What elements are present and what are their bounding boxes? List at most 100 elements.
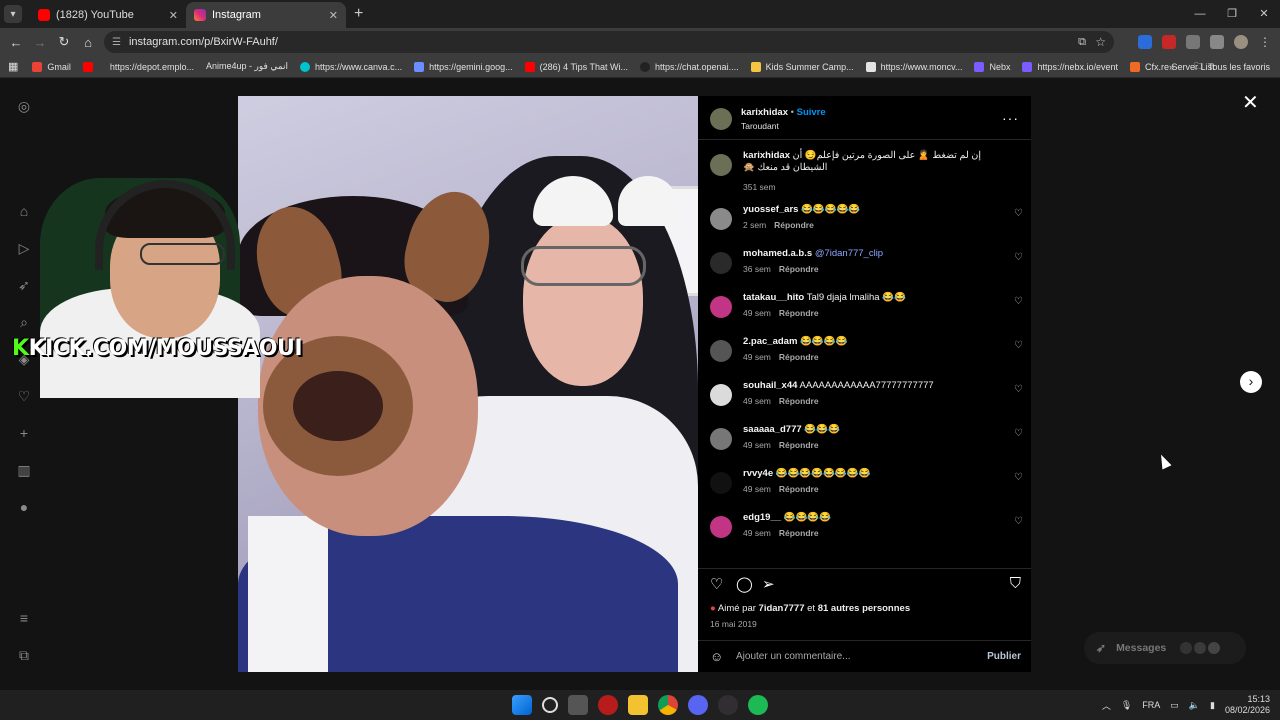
follow-button[interactable]: Suivre <box>797 107 826 118</box>
apps-grid-icon[interactable]: ▦ <box>8 60 18 73</box>
reply-button[interactable]: Répondre <box>779 396 819 406</box>
more-options-icon[interactable]: ··· <box>1002 110 1019 126</box>
reply-button[interactable]: Répondre <box>779 264 819 274</box>
adblock-extension-icon[interactable] <box>1162 35 1176 49</box>
chrome-icon[interactable] <box>658 695 678 715</box>
microphone-icon[interactable]: 🎙 <box>1121 700 1132 711</box>
profile-avatar[interactable] <box>1234 35 1248 49</box>
close-window-button[interactable]: ✕ <box>1248 0 1280 28</box>
save-bookmark-icon[interactable]: ⛉ <box>1010 575 1021 592</box>
puzzle-extensions-icon[interactable] <box>1210 35 1224 49</box>
battery-icon[interactable]: ▮ <box>1210 700 1215 711</box>
commenter-username[interactable]: mohamed.a.b.s <box>743 248 812 259</box>
comment-like-heart-icon[interactable]: ♡ <box>1014 516 1023 527</box>
messages-button[interactable]: ➶ Messages <box>1084 632 1246 664</box>
reply-button[interactable]: Répondre <box>779 484 819 494</box>
reply-button[interactable]: Répondre <box>779 440 819 450</box>
obs-icon[interactable] <box>718 695 738 715</box>
author-avatar[interactable] <box>710 154 732 176</box>
reply-button[interactable]: Répondre <box>774 220 814 230</box>
instagram-logo-icon[interactable]: ◎ <box>16 98 32 114</box>
task-view-icon[interactable] <box>568 695 588 715</box>
create-icon[interactable]: + <box>16 425 32 441</box>
commenter-avatar[interactable] <box>710 516 732 538</box>
commenter-avatar[interactable] <box>710 384 732 406</box>
likes-others[interactable]: 81 autres personnes <box>818 603 910 614</box>
chevron-double-right-icon[interactable]: » <box>1169 62 1174 72</box>
reply-button[interactable]: Répondre <box>779 308 819 318</box>
bookmark-gemini[interactable]: https://gemini.goog... <box>414 61 513 72</box>
bookmark-gmail[interactable]: Gmail <box>32 61 71 72</box>
commenter-avatar[interactable] <box>710 252 732 274</box>
install-app-icon[interactable]: ⧉ <box>1078 36 1086 49</box>
comment-like-heart-icon[interactable]: ♡ <box>1014 252 1023 263</box>
app-icon[interactable] <box>598 695 618 715</box>
commenter-avatar[interactable] <box>710 428 732 450</box>
minimize-button[interactable]: — <box>1184 0 1216 28</box>
commenter-avatar[interactable] <box>710 472 732 494</box>
back-button[interactable]: ← <box>4 35 28 50</box>
bookmark-moncv[interactable]: https://www.moncv... <box>865 61 962 72</box>
bookmark-nebx-event[interactable]: https://nebx.io/event <box>1022 61 1118 72</box>
forward-button[interactable]: → <box>28 35 52 50</box>
comment-input[interactable]: Ajouter un commentaire... <box>736 651 851 662</box>
volume-icon[interactable]: 🔈 <box>1189 700 1200 711</box>
close-post-icon[interactable]: ✕ <box>1242 90 1259 115</box>
reload-button[interactable]: ↻ <box>52 34 76 50</box>
bookmark-youtube[interactable] <box>82 61 98 72</box>
reply-button[interactable]: Répondre <box>779 528 819 538</box>
spotify-icon[interactable] <box>748 695 768 715</box>
reply-button[interactable]: Répondre <box>779 352 819 362</box>
dashboard-icon[interactable]: ▥ <box>16 462 32 478</box>
tab-instagram[interactable]: Instagram ✕ <box>186 2 346 28</box>
bookmark-nebx[interactable]: Nebx <box>974 61 1010 72</box>
author-avatar[interactable] <box>710 108 732 130</box>
comment-mention[interactable]: @7idan777_clip <box>815 248 883 259</box>
file-explorer-icon[interactable] <box>628 695 648 715</box>
commenter-avatar[interactable] <box>710 340 732 362</box>
profile-icon[interactable]: ● <box>16 499 32 515</box>
search-icon[interactable] <box>542 697 558 713</box>
liker-username[interactable]: 7idan7777 <box>759 603 805 614</box>
tab-youtube[interactable]: (1828) YouTube ✕ <box>30 2 186 28</box>
windows-start-icon[interactable] <box>512 695 532 715</box>
bookmark-canva[interactable]: https://www.canva.c... <box>300 61 402 72</box>
all-bookmarks[interactable]: » 🗀 Tous les favoris <box>1169 59 1270 75</box>
caption-username[interactable]: karixhidax <box>743 150 790 161</box>
bookmark-star-icon[interactable]: ☆ <box>1095 35 1106 49</box>
bookmark-openai[interactable]: https://chat.openai.... <box>640 61 739 72</box>
close-tab-icon[interactable]: ✕ <box>329 9 338 22</box>
commenter-avatar[interactable] <box>710 208 732 230</box>
bookmark-anime4up[interactable]: Anime4up - انمي فور <box>206 61 288 72</box>
emoji-icon[interactable]: ☺ <box>710 649 723 664</box>
bookmark-youtube-video[interactable]: (286) 4 Tips That Wi... <box>524 61 628 72</box>
translate-extension-icon[interactable] <box>1138 35 1152 49</box>
clock[interactable]: 15:13 08/02/2026 <box>1225 694 1270 716</box>
language-indicator[interactable]: FRA <box>1142 700 1160 710</box>
commenter-avatar[interactable] <box>710 296 732 318</box>
tab-search-button[interactable]: ▾ <box>4 5 22 23</box>
browser-menu-icon[interactable]: ⋮ <box>1258 35 1272 49</box>
share-icon[interactable]: ➢ <box>762 575 775 593</box>
author-username[interactable]: karixhidax <box>741 107 788 118</box>
comment-like-heart-icon[interactable]: ♡ <box>1014 296 1023 307</box>
discord-icon[interactable] <box>688 695 708 715</box>
comment-like-heart-icon[interactable]: ♡ <box>1014 340 1023 351</box>
publish-button[interactable]: Publier <box>987 651 1021 662</box>
address-bar[interactable]: ☰ instagram.com/p/BxirW-FAuhf/ ⧉ ☆ <box>104 31 1114 53</box>
like-heart-icon[interactable]: ♡ <box>710 575 723 593</box>
restore-button[interactable]: ❐ <box>1216 0 1248 28</box>
commenter-username[interactable]: 2.pac_adam <box>743 336 797 347</box>
bookmark-depot[interactable]: https://depot.emplo... <box>110 62 194 72</box>
site-info-icon[interactable]: ☰ <box>112 37 121 48</box>
commenter-username[interactable]: souhail_x44 <box>743 380 797 391</box>
tray-chevron-up-icon[interactable]: ︿ <box>1102 699 1111 712</box>
bookmark-kids-camp[interactable]: Kids Summer Camp... <box>750 61 854 72</box>
comment-like-heart-icon[interactable]: ♡ <box>1014 428 1023 439</box>
comment-like-heart-icon[interactable]: ♡ <box>1014 208 1023 219</box>
home-button[interactable]: ⌂ <box>76 35 100 50</box>
commenter-username[interactable]: tatakau__hito <box>743 292 804 303</box>
new-tab-button[interactable]: + <box>354 5 363 23</box>
commenter-username[interactable]: rvvy4e <box>743 468 773 479</box>
extension-icon[interactable] <box>1186 35 1200 49</box>
